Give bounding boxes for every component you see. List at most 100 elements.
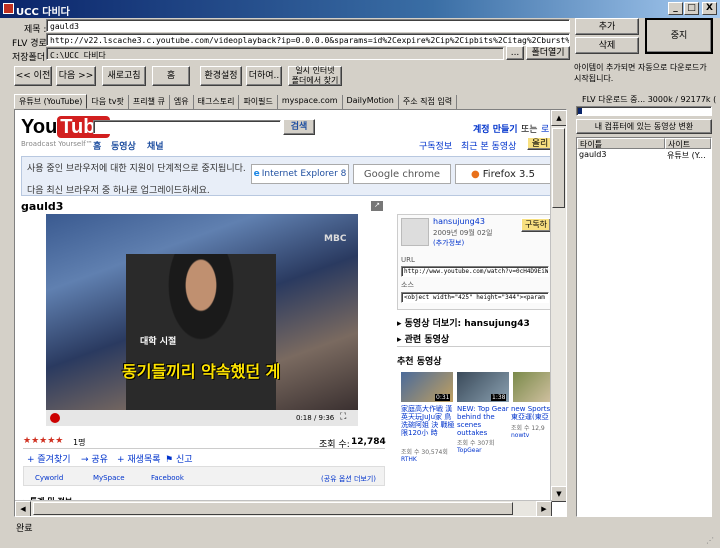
playlist-label: 재생목록 [127, 455, 161, 465]
horizontal-scrollbar[interactable]: ◀ ▶ [15, 500, 552, 516]
related-toggle[interactable]: ▸ 관련 동영상 [397, 332, 449, 345]
scroll-thumb[interactable] [552, 128, 565, 208]
tab-dailymotion[interactable]: DailyMotion [343, 95, 399, 109]
channel-logo: MBC [324, 234, 347, 244]
tab-daum[interactable]: 다음 tv팟 [87, 95, 129, 109]
scroll-up-icon[interactable]: ▲ [551, 110, 566, 126]
uploader-name[interactable]: hansujung43 [433, 217, 485, 226]
login-link[interactable]: 로 [541, 122, 549, 135]
maximize-button[interactable]: □ [684, 2, 699, 15]
nav-home[interactable]: 홈 [93, 139, 101, 152]
col-site-header[interactable]: 사이트 [665, 138, 711, 149]
share-label: 공유 [91, 455, 108, 465]
star-rating[interactable]: ★★★★★ [23, 436, 63, 446]
browser-view[interactable]: You Tube Broadcast Yourself™ 검색 홈 동영상 채널 … [14, 109, 567, 517]
embed-label: 소스 [401, 281, 414, 289]
list-item-title[interactable]: gauld3 [579, 150, 606, 159]
firefox-label: Firefox 3.5 [482, 168, 535, 180]
thumbnail-author[interactable]: nowtv [511, 432, 529, 439]
scroll-thumb[interactable] [33, 502, 513, 515]
views-value: 12,784 [351, 437, 386, 447]
save-folder-input[interactable]: C:\UCC 다비다 [46, 47, 504, 60]
flv-path-input[interactable]: http://v22.lscache3.c.youtube.com/videop… [46, 33, 570, 46]
more-from-label: 동영상 더보기: hansujung43 [404, 319, 530, 329]
more-info-link[interactable]: (추가정보) [433, 238, 464, 248]
settings-button[interactable]: 환경설정 [200, 66, 242, 86]
tab-direct-url[interactable]: 주소 직접 입력 [399, 95, 458, 109]
vertical-scrollbar[interactable]: ▲ ▼ [550, 110, 566, 502]
yt-search-button[interactable]: 검색 [283, 119, 315, 135]
url-field[interactable]: http://www.youtube.com/watch?v=0cH4D9EiW… [401, 266, 549, 277]
more-button[interactable]: 더하여.. [246, 66, 282, 86]
add-button[interactable]: 추가 [575, 18, 639, 35]
facebook-link[interactable]: Facebook [151, 474, 184, 482]
embed-field[interactable]: <object width="425" height="344"><param … [401, 292, 549, 303]
seek-handle-icon[interactable] [50, 413, 60, 423]
browse-button[interactable]: ... [506, 46, 524, 60]
back-button[interactable]: << 이전 [14, 66, 52, 86]
tab-mu[interactable]: 엠유 [170, 95, 194, 109]
flv-label: FLV 경로: [12, 39, 50, 49]
download-list[interactable]: 타이틀 사이트 gauld3 유튜브 (Y... [576, 137, 712, 517]
avatar[interactable] [401, 218, 429, 246]
resize-grip-icon[interactable]: ⋰ [706, 536, 718, 546]
stop-button[interactable]: 중지 [645, 18, 713, 54]
subscribe-button[interactable]: 구독하 [521, 218, 551, 232]
nav-channels[interactable]: 채널 [147, 139, 164, 152]
title-input[interactable]: gauld3 [46, 19, 570, 32]
more-from-toggle[interactable]: ▸ 동영상 더보기: hansujung43 [397, 316, 530, 329]
title-label: 제목 : [24, 25, 47, 35]
col-title-header[interactable]: 타이틀 [577, 138, 665, 149]
subscriptions-link[interactable]: 구독정보 [419, 139, 452, 152]
tab-myspace[interactable]: myspace.com [278, 95, 343, 109]
thumbnail[interactable] [513, 372, 551, 402]
nav-videos[interactable]: 동영상 [111, 139, 136, 152]
yt-search-input[interactable] [93, 120, 281, 134]
expand-icon[interactable]: ↗ [371, 201, 383, 211]
time-display: 0:18 / 9:36 [296, 414, 335, 422]
person-figure [126, 254, 276, 410]
thumbnail-title[interactable]: 家庭高大作戦 漢英天玩JuJu家 鳥洗碗阿姐 決 戰極限120小 時 [401, 405, 455, 437]
playlist-link[interactable]: + 재생목록 [117, 452, 161, 465]
ie8-link[interactable]: e Internet Explorer 8 [251, 164, 349, 184]
tab-freechal[interactable]: 프리챌 큐 [129, 95, 170, 109]
forward-button[interactable]: 다음 >> [56, 66, 96, 86]
scroll-down-icon[interactable]: ▼ [551, 486, 566, 502]
divider [397, 346, 551, 347]
home-button[interactable]: 홈 [152, 66, 190, 86]
convert-local-video-button[interactable]: 내 컴퓨터에 있는 동영상 변환 [576, 119, 712, 134]
refresh-button[interactable]: 새로고침 [102, 66, 146, 86]
cyworld-link[interactable]: Cyworld [35, 474, 63, 482]
fullscreen-icon[interactable]: ⛶ [340, 412, 346, 422]
chrome-link[interactable]: Google chrome [353, 164, 451, 184]
thumbnail-author[interactable]: RTHK [401, 456, 417, 463]
site-tabs: 유튜브 (YouTube) 다음 tv팟 프리챌 큐 엠유 태그스토리 파이필드… [14, 94, 458, 109]
scroll-right-icon[interactable]: ▶ [536, 501, 552, 516]
thumbnail-views: 조회 수 12,9 [511, 425, 545, 432]
firefox-link[interactable]: ● Firefox 3.5 [455, 164, 551, 184]
more-share-options-link[interactable]: (공유 옵션 더보기) [321, 474, 376, 484]
close-button[interactable]: X [702, 2, 717, 15]
video-player[interactable]: MBC 대학 시절 동기들끼리 약속했던 게 0:18 / 9:36 ⛶ [46, 214, 358, 426]
create-account-link[interactable]: 계정 만들기 [473, 122, 518, 135]
scroll-left-icon[interactable]: ◀ [15, 501, 31, 516]
thumbnail-views: 조회 수 307회 [457, 440, 495, 447]
delete-button[interactable]: 삭제 [575, 37, 639, 54]
divider [23, 448, 385, 449]
video-frame[interactable]: MBC 대학 시절 동기들끼리 약속했던 게 [46, 214, 358, 410]
tab-youtube[interactable]: 유튜브 (YouTube) [14, 94, 88, 109]
list-item-site[interactable]: 유튜브 (Y... [667, 150, 706, 161]
favorite-link[interactable]: + 즐겨찾기 [27, 452, 71, 465]
thumbnail-title[interactable]: new Sports 東亞運(東亞 [511, 405, 553, 421]
recent-videos-link[interactable]: 최근 본 동영상 [461, 139, 516, 152]
tab-tagstory[interactable]: 태그스토리 [194, 95, 240, 109]
flag-link[interactable]: ⚑ 신고 [165, 452, 193, 465]
open-folder-button[interactable]: 폴더열기 [526, 46, 570, 60]
minimize-button[interactable]: _ [668, 2, 683, 15]
share-link[interactable]: → 공유 [81, 452, 108, 465]
find-in-temp-folder-button[interactable]: 일시 인터넷 폴더에서 찾기 [288, 66, 342, 86]
tab-pifield[interactable]: 파이필드 [239, 95, 278, 109]
myspace-link[interactable]: MySpace [93, 474, 125, 482]
thumbnail-author[interactable]: TopGear [457, 447, 482, 454]
thumbnail-title[interactable]: NEW: Top Gear behind the scenes outtakes [457, 405, 511, 437]
